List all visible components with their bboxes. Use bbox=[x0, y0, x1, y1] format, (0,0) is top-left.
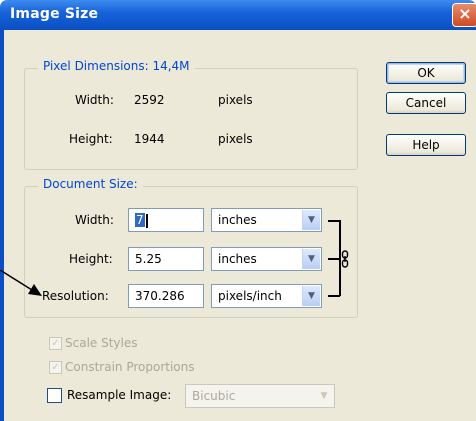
doc-height-label: Height: bbox=[69, 252, 113, 266]
close-button[interactable]: × bbox=[452, 3, 476, 27]
resolution-label: Resolution: bbox=[42, 289, 109, 303]
link-bracket-bottom bbox=[328, 295, 340, 297]
pixel-width-value: 2592 bbox=[134, 93, 165, 107]
resolution-unit-select[interactable]: pixels/inch ▼ bbox=[211, 284, 322, 308]
doc-width-unit: inches bbox=[218, 213, 257, 227]
resolution-input[interactable]: 370.286 bbox=[128, 284, 204, 308]
doc-height-input[interactable]: 5.25 bbox=[128, 247, 204, 271]
pixel-height-label: Height: bbox=[69, 132, 113, 146]
doc-width-input[interactable]: 7 bbox=[128, 208, 204, 232]
chevron-down-icon: ▼ bbox=[302, 286, 320, 306]
arrow-icon bbox=[0, 270, 42, 296]
pixel-width-label: Width: bbox=[75, 93, 114, 107]
chain-link-icon bbox=[341, 250, 349, 268]
doc-height-unit-select[interactable]: inches ▼ bbox=[211, 247, 322, 271]
constrain-proportions-label: Constrain Proportions bbox=[65, 360, 195, 374]
scale-styles-label: Scale Styles bbox=[65, 336, 138, 350]
pixel-height-unit: pixels bbox=[218, 132, 253, 146]
pixel-width-unit: pixels bbox=[218, 93, 253, 107]
resolution-unit: pixels/inch bbox=[218, 289, 282, 303]
text-caret bbox=[145, 213, 148, 228]
chevron-down-icon: ▼ bbox=[302, 249, 320, 269]
doc-width-value: 7 bbox=[135, 213, 145, 227]
cancel-button[interactable]: Cancel bbox=[386, 92, 466, 114]
resolution-value: 370.286 bbox=[135, 289, 185, 303]
pixel-height-value: 1944 bbox=[134, 132, 165, 146]
scale-styles-checkbox[interactable]: ✓ bbox=[49, 337, 62, 350]
doc-height-value: 5.25 bbox=[135, 252, 162, 266]
ok-button[interactable]: OK bbox=[386, 62, 466, 84]
resample-image-label: Resample Image: bbox=[67, 388, 172, 402]
help-button[interactable]: Help bbox=[386, 134, 466, 156]
pixel-dimensions-group bbox=[24, 68, 358, 170]
document-size-legend: Document Size: bbox=[38, 177, 143, 191]
resample-method-value: Bicubic bbox=[192, 389, 236, 403]
doc-width-unit-select[interactable]: inches ▼ bbox=[211, 208, 322, 232]
doc-height-unit: inches bbox=[218, 252, 257, 266]
resample-image-checkbox[interactable] bbox=[47, 388, 62, 403]
resample-method-select[interactable]: Bicubic ▼ bbox=[185, 384, 335, 408]
link-bracket-middle bbox=[328, 258, 340, 260]
chevron-down-icon: ▼ bbox=[315, 386, 333, 406]
constrain-proportions-checkbox[interactable]: ✓ bbox=[49, 361, 62, 374]
pixel-dimensions-legend: Pixel Dimensions: 14,4M bbox=[38, 59, 195, 73]
doc-width-label: Width: bbox=[75, 213, 114, 227]
chevron-down-icon: ▼ bbox=[302, 210, 320, 230]
window-title: Image Size bbox=[10, 6, 99, 22]
